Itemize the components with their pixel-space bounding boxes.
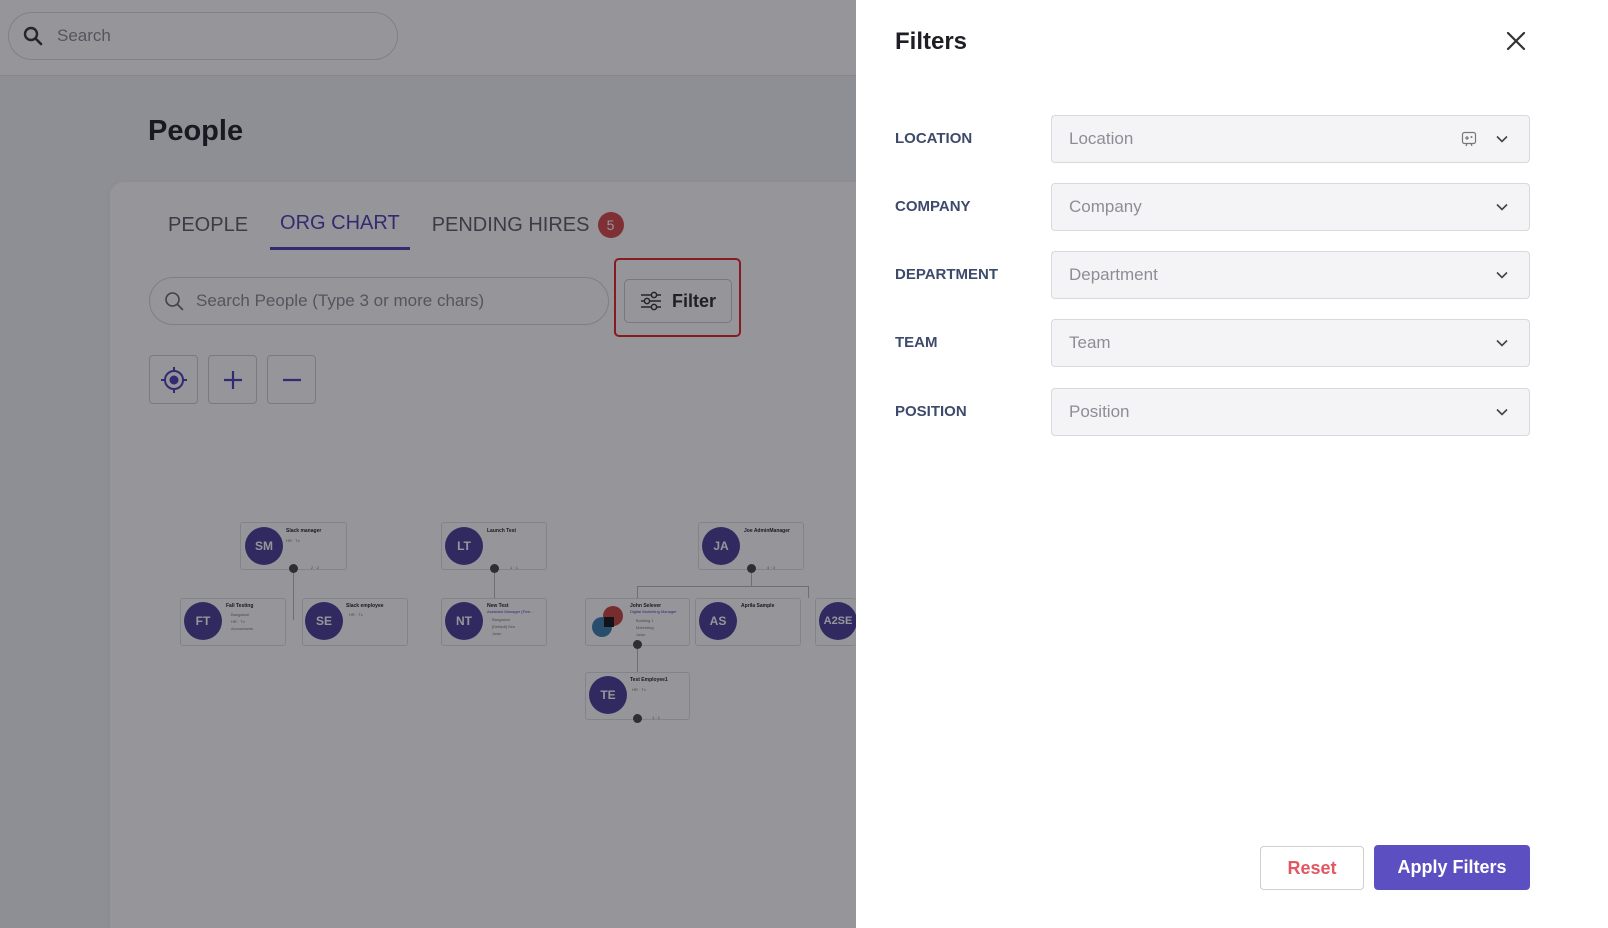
chevron-down-icon (1496, 408, 1508, 416)
chevron-down-icon (1496, 135, 1508, 143)
location-placeholder: Location (1069, 129, 1134, 148)
filter-row-team: TEAM Team (895, 319, 1535, 367)
company-select[interactable]: Company (1051, 183, 1530, 231)
team-select[interactable]: Team (1051, 319, 1530, 367)
filters-drawer: Filters LOCATION Location COMPANY Compan… (856, 0, 1608, 928)
add-location-icon (1461, 131, 1477, 147)
position-label: POSITION (895, 403, 967, 420)
filter-row-company: COMPANY Company (895, 183, 1535, 231)
modal-backdrop[interactable] (0, 0, 856, 928)
chevron-down-icon (1496, 203, 1508, 211)
department-placeholder: Department (1069, 265, 1158, 284)
close-icon (1506, 31, 1526, 51)
company-label: COMPANY (895, 198, 971, 215)
filter-row-location: LOCATION Location (895, 115, 1535, 163)
team-placeholder: Team (1069, 333, 1111, 352)
chevron-down-icon (1496, 271, 1508, 279)
chevron-down-icon (1496, 339, 1508, 347)
filter-row-department: DEPARTMENT Department (895, 251, 1535, 299)
department-select[interactable]: Department (1051, 251, 1530, 299)
filter-row-position: POSITION Position (895, 388, 1535, 436)
position-select[interactable]: Position (1051, 388, 1530, 436)
drawer-title: Filters (895, 28, 968, 55)
position-placeholder: Position (1069, 402, 1130, 421)
location-select[interactable]: Location (1051, 115, 1530, 163)
close-button[interactable] (1502, 27, 1530, 55)
team-label: TEAM (895, 334, 938, 351)
department-label: DEPARTMENT (895, 266, 999, 283)
reset-button[interactable]: Reset (1260, 846, 1364, 890)
apply-filters-button[interactable]: Apply Filters (1374, 845, 1530, 890)
company-placeholder: Company (1069, 197, 1142, 216)
location-label: LOCATION (895, 130, 973, 147)
